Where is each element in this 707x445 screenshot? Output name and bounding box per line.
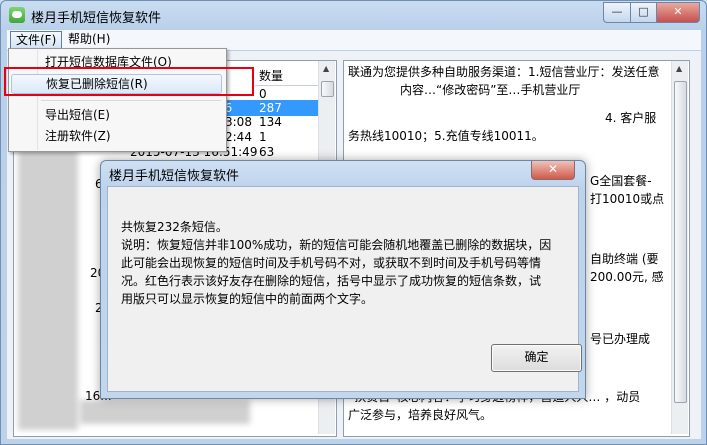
dialog-title: 楼月手机短信恢复软件 bbox=[109, 169, 240, 184]
list-cell-count[interactable]: 134 bbox=[259, 114, 282, 130]
dialog-text-line: 用版只可以显示恢复的短信中的前面两个文字。 bbox=[121, 292, 374, 306]
blurred-contacts bbox=[18, 150, 78, 430]
minimize-button[interactable]: — bbox=[603, 2, 630, 23]
sms-text-line: 务热线10010；5.充值专线10011。 bbox=[348, 129, 544, 143]
column-header-count[interactable]: 数量 bbox=[255, 67, 325, 86]
sms-text-line: 自助终端 (要 bbox=[590, 252, 659, 266]
sms-text-line: 打10010或点 bbox=[590, 192, 665, 206]
list-cell-time[interactable]: 3:08 bbox=[225, 114, 252, 130]
menu-bar: 文件(F) 帮助(H) bbox=[7, 30, 701, 50]
scroll-up-icon[interactable]: ▲ bbox=[676, 64, 682, 73]
text-scrollbar-thumb[interactable] bbox=[674, 81, 687, 403]
text-scrollbar[interactable]: ▲ bbox=[671, 61, 688, 434]
sms-text-line: 广泛参与，培养良好风气。 bbox=[348, 408, 493, 422]
sms-text-line: 200.00元, 感 bbox=[590, 270, 664, 284]
app-icon bbox=[9, 7, 25, 23]
sms-text-line: 号已办理成 bbox=[590, 332, 651, 346]
dialog-text-line: 此可能会出现恢复的短信时间及手机号码不对，或获取不到时间及手机号码等情 bbox=[121, 256, 542, 270]
list-scrollbar-thumb[interactable] bbox=[321, 81, 334, 97]
dialog-close-button[interactable]: ✕ bbox=[531, 161, 575, 180]
list-cell-count[interactable]: 1 bbox=[259, 129, 267, 145]
dialog-text-line: 说明：恢复短信并非100%成功，新的短信可能会随机地覆盖已删除的数据块，因 bbox=[121, 238, 552, 252]
dialog-summary: 共恢复232条短信。 bbox=[121, 220, 228, 234]
sms-text-line: 内容…“修改密码”至…手机营业厅 bbox=[400, 83, 581, 97]
close-button[interactable]: ✕ bbox=[656, 2, 700, 23]
list-cell-time[interactable]: 2:44 bbox=[225, 129, 252, 145]
list-cell-count[interactable]: 63 bbox=[259, 144, 274, 160]
highlight-annotation-box bbox=[4, 67, 254, 96]
menu-file[interactable]: 文件(F) bbox=[10, 31, 63, 49]
menu-help[interactable]: 帮助(H) bbox=[63, 31, 115, 48]
window-title: 楼月手机短信恢复软件 bbox=[31, 11, 162, 26]
menu-item-export[interactable]: 导出短信(E) bbox=[11, 105, 222, 125]
result-dialog: 楼月手机短信恢复软件 ✕ 共恢复232条短信。 说明：恢复短信并非100%成功，… bbox=[100, 160, 586, 399]
title-bar[interactable]: 楼月手机短信恢复软件 — □ ✕ bbox=[1, 1, 706, 29]
blurred-contacts bbox=[80, 400, 250, 424]
ok-button[interactable]: 确定 bbox=[491, 344, 582, 372]
file-menu-dropdown: 打开短信数据库文件(O) 恢复已删除短信(R) 导出短信(E) 注册软件(Z) bbox=[8, 48, 227, 152]
maximize-button[interactable]: □ bbox=[630, 2, 656, 23]
sms-text-line: G全国套餐- bbox=[590, 174, 652, 188]
sms-text-line: 4. 客户服 bbox=[605, 111, 657, 125]
sms-text-line: 联通为您提供多种自助服务渠道：1.短信营业厅：发送任意 bbox=[348, 65, 660, 79]
menu-item-register[interactable]: 注册软件(Z) bbox=[11, 126, 222, 146]
scroll-up-icon[interactable]: ▲ bbox=[323, 64, 329, 73]
dialog-text-line: 况。红色行表示该好友存在删除的短信，括号中显示了成功恢复的短信条数，试 bbox=[121, 274, 542, 288]
